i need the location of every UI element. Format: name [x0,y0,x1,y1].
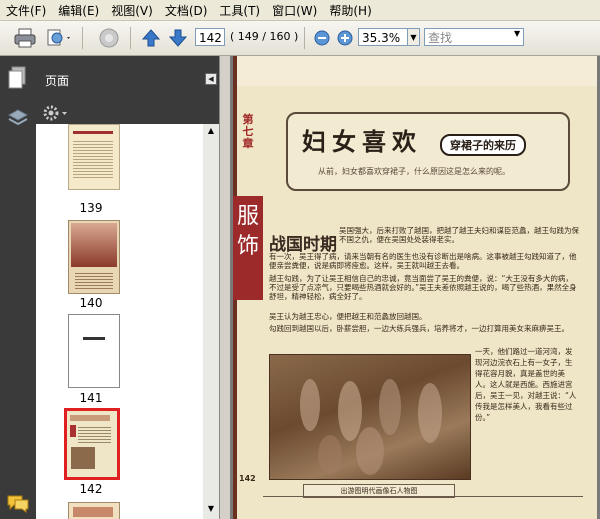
panel-options-bar [36,102,219,124]
thumbnail-heading [73,507,113,517]
menu-window[interactable]: 窗口(W) [266,2,323,19]
thumbnail-label: 139 [79,201,103,215]
page-top-margin [237,56,597,86]
page-thumbnail-142[interactable] [64,408,120,480]
page-thumbnail-141[interactable] [68,314,120,388]
page-number-input[interactable]: 142 [195,28,225,46]
toolbar-separator [304,27,305,49]
menu-bar: 文件(F) 编辑(E) 视图(V) 文档(D) 工具(T) 窗口(W) 帮助(H… [0,0,600,21]
printer-icon [14,28,36,48]
find-input[interactable]: 查找 [424,28,524,46]
intro-text: 从前，妇女都喜欢穿裙子，什么原因这是怎么来的呢。 [318,167,510,176]
thumbnail-text [75,271,113,289]
thumbnail-label: 141 [79,391,103,405]
zoom-out-button[interactable] [313,26,331,50]
page-number: 142 [239,474,256,483]
side-paragraph: 一天，他们路过一道河湾，发现河边浣衣石上有一女子，生得花容月貌，真是盖世的美人。… [475,347,577,422]
menu-help[interactable]: 帮助(H) [323,2,377,19]
headline: 妇女喜欢 [302,127,422,156]
menu-view[interactable]: 视图(V) [105,2,159,19]
zoom-dropdown-button[interactable]: ▼ [408,28,420,46]
section-title: 服饰 [236,204,259,259]
arrow-up-icon [141,29,161,47]
thumbnail-label: 142 [79,482,103,496]
footer-rule [263,496,583,497]
figures-illustration [300,379,442,475]
thumbnail-text [78,425,111,443]
hand-icon [99,28,119,48]
comments-nav-button[interactable] [6,494,30,517]
thumbnail-label: 140 [79,296,103,310]
document-view: 第七章 妇女喜欢 穿裙子的来历 从前，妇女都喜欢穿裙子，什么原因这是怎么来的呢。… [230,56,600,519]
thumbnail-red-tab [70,425,76,437]
thumbnail-heading [70,415,110,421]
thumbnail-title-line [83,337,105,340]
pages-panel: 页面 ◀ 139 140 141 142 ▲ ▼ [36,56,219,519]
collapse-panel-button[interactable]: ◀ [205,73,217,85]
navigation-rail [0,56,36,519]
section-tab: 服饰 [233,196,263,300]
comment-tools-button[interactable] [44,26,74,50]
painting-image [269,354,471,480]
thumbnail-scrollbar[interactable]: ▲ ▼ [203,124,219,519]
next-page-button[interactable] [167,26,189,50]
page-thumbnail-140[interactable] [68,220,120,294]
arrow-down-icon [168,29,188,47]
previous-page-button[interactable] [140,26,162,50]
panel-header: 页面 ◀ [36,56,219,102]
menu-tools[interactable]: 工具(T) [213,2,266,19]
paragraph: 越王勾践，为了让吴王相信自己的忠诚，竟当面尝了吴王的粪便，说：“大王没有多大的病… [269,274,577,301]
panel-title: 页面 [45,74,70,88]
page-thumbnail-139[interactable] [68,124,120,190]
headline-box: 妇女喜欢 穿裙子的来历 从前，妇女都喜欢穿裙子，什么原因这是怎么来的呢。 [286,112,570,191]
panel-splitter[interactable] [219,56,230,519]
subheadline: 穿裙子的来历 [440,134,526,156]
layers-icon [7,109,29,126]
scroll-up-icon[interactable]: ▲ [205,126,217,138]
paragraph: 勾践回到越国以后，卧薪尝胆，一边大练兵强兵，培养将才，一边打算用美女来麻痹吴王。 [269,324,569,333]
thumbnail-painting [71,223,117,267]
find-dropdown-icon[interactable]: ▼ [514,29,520,38]
paragraph: 吴国强大，后来打败了越国，把越了越王夫妇和谋臣范蠡，越王勾践为保不国之仇，便在吴… [339,226,579,244]
zoom-in-button[interactable] [336,26,354,50]
zoom-level-input[interactable]: 35.3% [358,28,408,46]
menu-document[interactable]: 文档(D) [159,2,214,19]
gear-icon [43,105,67,121]
thumbnail-image [71,447,95,469]
thumbnail-list: 139 140 141 142 [36,124,203,519]
pdf-page: 第七章 妇女喜欢 穿裙子的来历 从前，妇女都喜欢穿裙子，什么原因这是怎么来的呢。… [233,56,597,519]
page-thumbnail-143[interactable] [68,502,120,519]
zoom-in-icon [337,30,353,46]
page-count: ( 149 / 160 ) [230,30,299,43]
paragraph: 吴王认为越王忠心，便把越王和范蠡放回越国。 [269,312,427,321]
chapter-label: 第七章 [242,113,254,150]
paragraph: 有一次，吴王得了病，请来当朝有名的医生也没有诊断出是啥病。这事被越王勾践知道了，… [269,252,577,270]
toolbar-separator [130,27,131,49]
layers-nav-button[interactable] [7,108,29,133]
scroll-down-icon[interactable]: ▼ [205,504,217,516]
thumbnail-heading [73,131,113,134]
thumbnail-text [73,139,113,179]
toolbar: 142 ( 149 / 160 ) 35.3% ▼ 查找 ▼ [0,21,600,56]
options-button[interactable] [43,104,71,125]
print-button[interactable] [12,26,38,50]
speech-bubble-icon [7,495,29,513]
pages-nav-button[interactable] [7,66,29,95]
pages-icon [8,66,26,89]
hand-tool-button[interactable] [96,26,122,50]
comment-search-icon [47,29,70,46]
zoom-out-icon [314,30,330,46]
menu-edit[interactable]: 编辑(E) [52,2,105,19]
menu-file[interactable]: 文件(F) [0,2,52,19]
toolbar-separator [82,27,83,49]
